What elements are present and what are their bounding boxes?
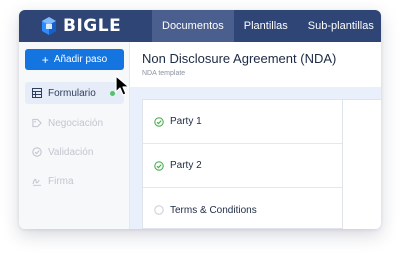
mouse-cursor-icon	[115, 75, 131, 102]
main-nav: Documentos Plantillas Sub-plantillas	[152, 10, 381, 42]
sidebar: + Añadir paso Formulario Negociación Val…	[19, 42, 130, 229]
sidebar-item-validacion[interactable]: Validación	[25, 141, 124, 163]
add-step-label: Añadir paso	[53, 54, 108, 65]
check-circle-icon	[154, 116, 164, 127]
page-subtitle: NDA template	[142, 70, 186, 77]
sidebar-item-negociacion[interactable]: Negociación	[25, 112, 124, 134]
plus-icon: +	[41, 52, 49, 67]
section-party-2[interactable]: Party 2	[143, 144, 342, 188]
sidebar-item-label: Formulario	[48, 87, 96, 99]
section-terms-conditions[interactable]: Terms & Conditions	[143, 188, 342, 229]
section-label: Terms & Conditions	[170, 204, 257, 216]
check-circle-icon	[32, 147, 42, 157]
page-title: Non Disclosure Agreement (NDA)	[142, 51, 337, 66]
tab-plantillas[interactable]: Plantillas	[234, 10, 298, 42]
signature-icon	[32, 176, 42, 186]
sidebar-item-firma[interactable]: Firma	[25, 170, 124, 192]
top-bar: BIGLE Documentos Plantillas Sub-plantill…	[19, 10, 381, 42]
sections-panel: Party 1 Party 2 Terms & Conditions	[142, 99, 342, 229]
tab-documentos[interactable]: Documentos	[152, 10, 234, 42]
main-content: Non Disclosure Agreement (NDA) NDA templ…	[130, 42, 381, 229]
brand-logo[interactable]: BIGLE	[39, 15, 121, 37]
bigle-logo-icon	[39, 16, 59, 36]
sidebar-item-label: Validación	[48, 146, 94, 158]
tab-sub-plantillas[interactable]: Sub-plantillas	[298, 10, 381, 42]
empty-circle-icon	[154, 205, 164, 215]
check-circle-icon	[154, 160, 164, 171]
add-step-button[interactable]: + Añadir paso	[25, 49, 124, 70]
table-icon	[32, 88, 42, 98]
section-label: Party 1	[170, 116, 202, 127]
section-party-1[interactable]: Party 1	[143, 100, 342, 144]
document-area: Party 1 Party 2 Terms & Conditions	[130, 87, 381, 229]
tag-icon	[32, 118, 42, 128]
sidebar-item-label: Firma	[48, 175, 74, 187]
document-preview-panel	[342, 99, 381, 229]
app-window: BIGLE Documentos Plantillas Sub-plantill…	[19, 10, 381, 229]
sidebar-item-label: Negociación	[48, 117, 104, 129]
sidebar-item-formulario[interactable]: Formulario	[25, 82, 124, 104]
section-label: Party 2	[170, 160, 202, 171]
brand-name: BIGLE	[63, 16, 122, 36]
